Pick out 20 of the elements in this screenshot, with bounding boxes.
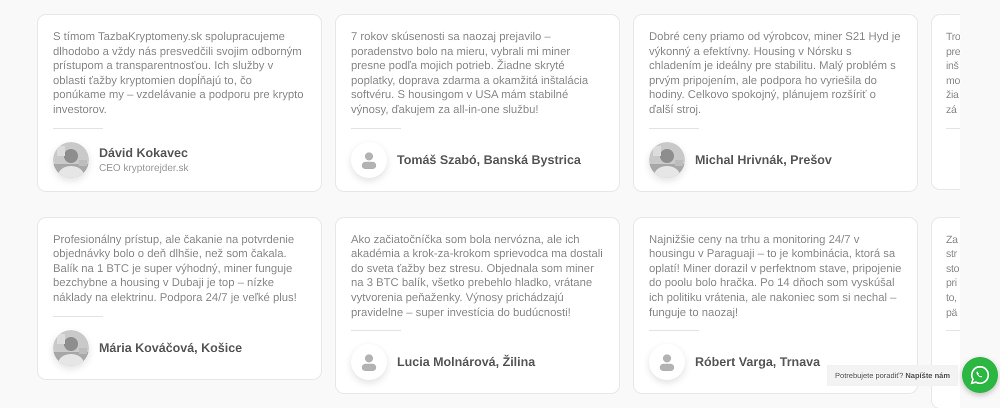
user-icon [360,353,378,372]
author-name: Mária Kováčová, Košice [99,340,242,355]
testimonial-text: Za str sto pri to, pä [946,232,960,320]
author-name: Michal Hrivnák, Prešov [695,152,832,167]
user-icon [360,150,378,169]
testimonial-text: 7 rokov skúsenosti sa naozaj prejavilo – poradenstvo bolo na mieru, vybrali mi miner presne podľa mojich potrieb. Žiadne skryté poplatky, doprava zdarma a okamžitá inštalácia softvéru. S housingom v USA mám stabilné výnosy, ďakujem za all-in-one službu! [351,30,590,118]
author-name: Lucia Molnárová, Žilina [397,355,536,370]
testimonial-text: Tro pre inš mo žia zá [946,30,960,118]
testimonial-text: Profesionálny prístup, ale čakanie na potvrdenie objednávky bolo o deň dlhšie, než som čakala. Balík na 1 BTC je super výhodný, miner funguje bezchybne a housing v Dubaji je top – nízke náklady na elektrinu. Podpora 24/7 je veľké plus! [53,232,298,306]
testimonial-text: Ako začiatočníčka som bola nervózna, ale ich akadémia a krok-za-krokom sprievodca ma dostali do sveta ťažby bez stresu. Objednala som miner na 3 BTC balík, všetko prebehlo hladko, vrátane vytvorenia peňaženky. Výnosy prichádzajú pravidelne – super investícia do budúcnosti! [351,232,604,320]
author-role: CEO kryptorejder.sk [99,162,188,174]
testimonial-text: S tímom TazbaKryptomeny.sk spolupracujeme dlhodobo a vždy nás presvedčili svojim odborným prístupom a transparentnosťou. Ich služby v oblasti ťažby kryptomien dopĺňajú to, čo ponúkame my – vzdelávanie a podporu pre krypto investorov. [53,30,305,118]
testimonial-text: Najnižšie ceny na trhu a monitoring 24/7 v housingu v Paraguaji – to je kombinácia, ktorá sa oplatí! Miner dorazil v perfektnom stave, pripojenie do poolu bolo hračka. Po 14 dňoch som vyskúšal ich politiku vrátenia, ale nakoniec som si nechal – funguje to naozaj! [649,232,902,320]
testimonial-text: Dobré ceny priamo od výrobcov, miner S21 Hyd je výkonný a efektívny. Housing v Nórsku s chladením je ideálny pre stabilitu. Malý problém s prvým pripojením, ale podpora ho vyriešila do hodiny. Celkovo spokojný, plánujem rozšíriť o ďalší stroj. [649,30,902,118]
author-name: Dávid Kokavec [99,146,188,160]
author-name: Róbert Varga, Trnava [695,355,820,370]
user-icon [658,353,676,372]
author-name: Tomáš Szabó, Banská Bystrica [397,152,581,167]
chat-button[interactable] [962,357,998,393]
whatsapp-icon [969,364,991,386]
